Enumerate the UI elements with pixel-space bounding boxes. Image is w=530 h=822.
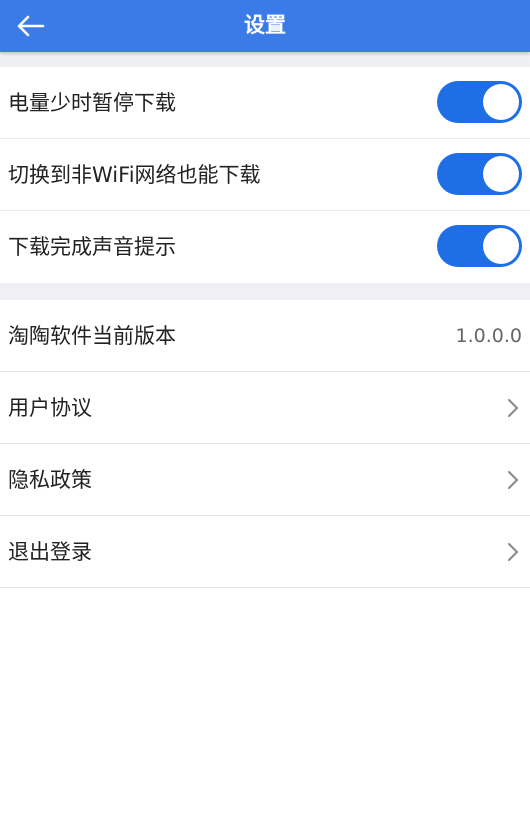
logout-label: 退出登录	[8, 540, 92, 564]
toggle-knob	[483, 156, 519, 192]
user-agreement-label: 用户协议	[8, 396, 92, 420]
setting-row-download-sound: 下载完成声音提示	[0, 211, 530, 283]
chevron-right-icon	[508, 471, 518, 489]
download-sound-toggle[interactable]	[437, 225, 522, 267]
low-battery-pause-toggle[interactable]	[437, 81, 522, 123]
version-label: 淘陶软件当前版本	[8, 324, 176, 348]
section-divider	[0, 283, 530, 300]
setting-label: 电量少时暂停下载	[8, 91, 176, 115]
version-value: 1.0.0.0	[455, 325, 522, 347]
logout-row[interactable]: 退出登录	[0, 516, 530, 588]
setting-row-low-battery-pause: 电量少时暂停下载	[0, 67, 530, 139]
setting-label: 下载完成声音提示	[8, 235, 176, 259]
privacy-policy-label: 隐私政策	[8, 468, 92, 492]
page-title: 设置	[244, 13, 286, 37]
top-app-bar: 设置	[0, 0, 530, 52]
toggle-knob	[483, 228, 519, 264]
app-info-group: 淘陶软件当前版本 1.0.0.0 用户协议 隐私政策 退出登录	[0, 300, 530, 588]
chevron-right-icon	[508, 399, 518, 417]
setting-label: 切换到非WiFi网络也能下载	[8, 163, 261, 187]
toggle-knob	[483, 84, 519, 120]
section-divider	[0, 52, 530, 67]
download-settings-group: 电量少时暂停下载 切换到非WiFi网络也能下载 下载完成声音提示	[0, 67, 530, 283]
user-agreement-row[interactable]: 用户协议	[0, 372, 530, 444]
chevron-right-icon	[508, 543, 518, 561]
version-row: 淘陶软件当前版本 1.0.0.0	[0, 300, 530, 372]
privacy-policy-row[interactable]: 隐私政策	[0, 444, 530, 516]
non-wifi-download-toggle[interactable]	[437, 153, 522, 195]
setting-row-non-wifi-download: 切换到非WiFi网络也能下载	[0, 139, 530, 211]
